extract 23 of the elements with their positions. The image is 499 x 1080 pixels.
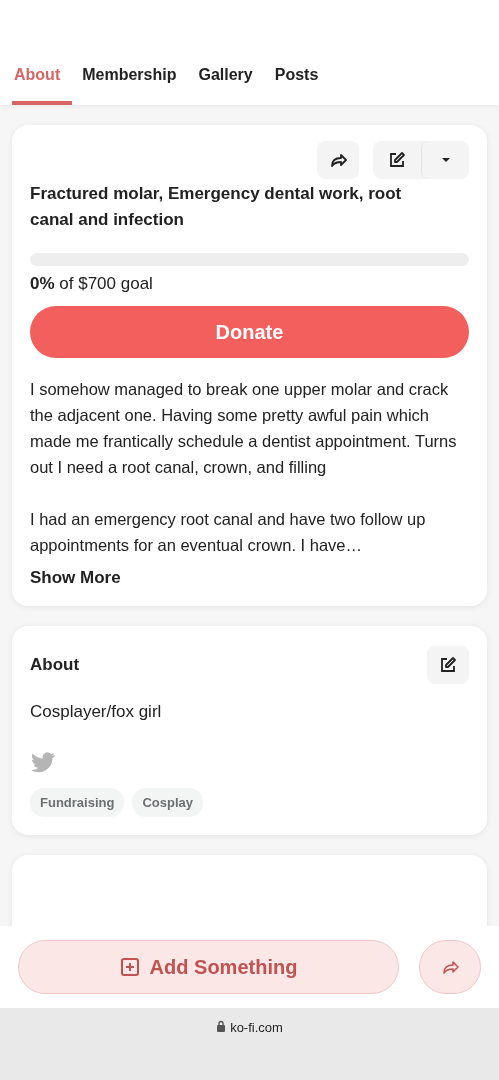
lock-icon bbox=[216, 1020, 227, 1033]
add-something-button[interactable]: Add Something bbox=[18, 940, 399, 994]
goal-title: Fractured molar, Emergency dental work, root canal and infection bbox=[30, 183, 403, 231]
plus-square-icon bbox=[119, 957, 140, 977]
edit-icon bbox=[387, 150, 407, 170]
donate-button[interactable]: Donate bbox=[30, 306, 469, 358]
description-text: I somehow managed to break one upper molar and crack the adjacent one. Having some pretty awful pain which made me frantically schedule a dentist appointment. Turns out I need a root canal, crown, and filling bbox=[30, 379, 458, 478]
goal-text: of $700 goal bbox=[59, 274, 153, 293]
share-button[interactable] bbox=[317, 141, 359, 179]
bio-text: Cosplayer/fox girl bbox=[30, 702, 163, 722]
tab[interactable]: About bbox=[12, 55, 73, 105]
section-title: About bbox=[30, 655, 80, 675]
goal-percent: 0% bbox=[30, 274, 55, 293]
tab[interactable]: Membership bbox=[80, 55, 189, 105]
tab[interactable]: Posts bbox=[272, 55, 331, 105]
edit-icon bbox=[438, 655, 458, 675]
show-more-link[interactable]: Show More bbox=[30, 568, 121, 588]
tab[interactable]: Gallery bbox=[196, 55, 265, 105]
tag[interactable]: Cosplay bbox=[132, 788, 203, 817]
description-text: I had an emergency root canal and have two follow up appointments for an eventual crown. I have… bbox=[30, 509, 427, 556]
edit-button[interactable] bbox=[427, 646, 469, 684]
url-text: ko-fi.com bbox=[230, 1020, 283, 1035]
tag[interactable]: Fundraising bbox=[30, 788, 125, 817]
